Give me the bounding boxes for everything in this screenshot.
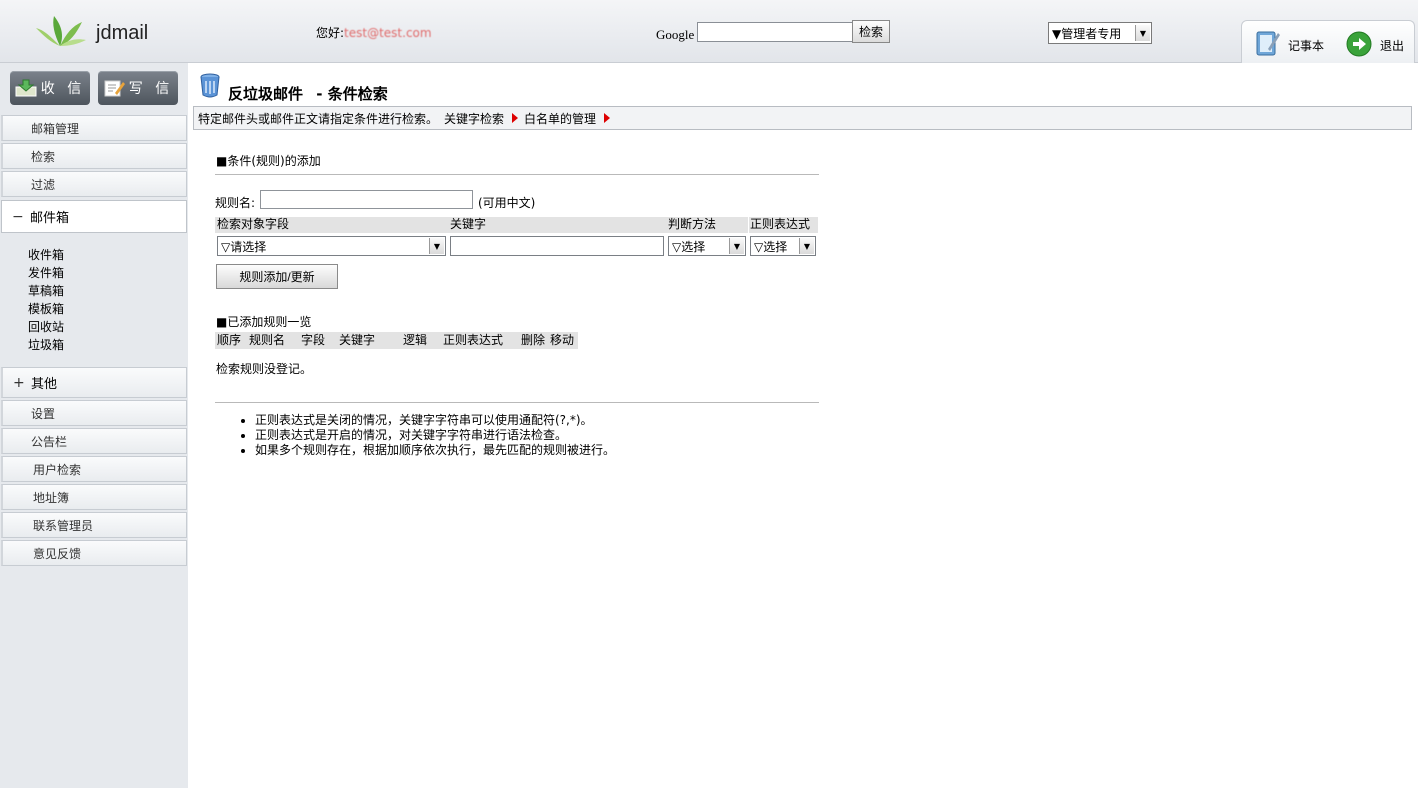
list-col-order: 顺序 [215,332,247,349]
note-item: 如果多个规则存在，根据加顺序依次执行，最先匹配的规则被进行。 [255,443,615,458]
info-text: 特定邮件头或邮件正文请指定条件进行检索。 [198,111,439,126]
sidebar-item-mailbox[interactable]: − 邮件箱 [1,200,187,233]
note-item: 正则表达式是关闭的情况，关键字字符串可以使用通配符(?,*)。 [255,413,615,428]
expand-plus-icon: + [13,374,25,391]
sidebar-item-bulletin[interactable]: 公告栏 [1,428,187,454]
field-select-value: ▽请选择 [221,239,267,254]
top-header: jdmail 您好:test@test.com Google 检索 ▼管理者专用… [0,0,1418,63]
tool-panel: 记事本 退出 [1241,20,1415,63]
write-label: 写 信 [128,81,174,97]
logout-arrow-icon[interactable] [1346,31,1372,57]
sidebar-item-address-book[interactable]: 地址簿 [1,484,187,510]
list-col-logic: 逻辑 [401,332,441,349]
page-title-sub: - 条件检索 [316,85,388,103]
sidebar-item-other[interactable]: + 其他 [1,367,187,398]
col-header-keyword: 关键字 [448,217,667,233]
collapse-minus-icon: − [12,208,24,225]
arrow-right-icon [604,113,611,123]
info-bar: 特定邮件头或邮件正文请指定条件进行检索。 关键字检索 白名单的管理 [193,106,1412,130]
notes-list: 正则表达式是关闭的情况，关键字字符串可以使用通配符(?,*)。 正则表达式是开启… [231,413,615,458]
sidebar-item-mailbox-label: 邮件箱 [30,211,70,226]
sidebar-item-feedback[interactable]: 意见反馈 [1,540,187,566]
regex-select[interactable]: ▽选择 ▼ [750,236,816,256]
mailbox-trash[interactable]: 回收站 [28,318,64,336]
mailbox-inbox[interactable]: 收件箱 [28,246,64,264]
admin-select-value: ▼管理者专用 [1052,26,1122,41]
rule-list-heading: ■已添加规则一览 [216,315,312,329]
search-button[interactable]: 检索 [852,20,890,43]
sidebar-item-mailbox-manage[interactable]: 邮箱管理 [1,115,187,141]
whitelist-link[interactable]: 白名单的管理 [524,110,596,127]
sidebar-item-user-search[interactable]: 用户检索 [1,456,187,482]
col-header-method: 判断方法 [667,217,748,233]
add-update-rule-button[interactable]: 规则添加/更新 [216,264,338,289]
chevron-down-icon: ▼ [1135,25,1150,41]
method-select-value: ▽选择 [672,239,706,254]
list-col-delete: 删除 [519,332,549,349]
mailbox-list: 收件箱 发件箱 草稿箱 模板箱 回收站 垃圾箱 [28,246,64,354]
greeting: 您好:test@test.com [316,24,432,41]
list-col-field: 字段 [299,332,337,349]
page-title: 反垃圾邮件 - 条件检索 [228,83,388,104]
notepad-link[interactable]: 记事本 [1288,37,1324,54]
sidebar-item-filter[interactable]: 过滤 [1,171,187,197]
regex-select-value: ▽选择 [754,239,788,254]
divider [215,174,819,175]
add-rule-heading: ■条件(规则)的添加 [216,154,321,168]
receive-button[interactable]: 收 信 [10,71,90,105]
list-col-rule-name: 规则名 [247,332,299,349]
sidebar-item-contact-admin[interactable]: 联系管理员 [1,512,187,538]
chevron-down-icon: ▼ [799,238,814,254]
inbox-download-icon [15,79,37,97]
list-col-keyword: 关键字 [337,332,401,349]
logout-link[interactable]: 退出 [1380,37,1404,54]
google-search-input[interactable] [697,22,853,42]
main-content: 反垃圾邮件 - 条件检索 特定邮件头或邮件正文请指定条件进行检索。 关键字检索 … [189,63,1418,788]
sidebar-item-search[interactable]: 检索 [1,143,187,169]
rule-name-hint: (可用中文) [478,196,536,210]
write-button[interactable]: 写 信 [98,71,178,105]
mailbox-drafts[interactable]: 草稿箱 [28,282,64,300]
chevron-down-icon: ▼ [429,238,444,254]
user-email: test@test.com [344,26,432,40]
greeting-label: 您好: [316,26,345,40]
keyword-input[interactable] [450,236,664,256]
divider [215,402,819,403]
no-rules-message: 检索规则没登记。 [216,362,313,376]
page-title-main: 反垃圾邮件 [228,85,304,103]
sidebar: 收 信 写 信 邮箱管理 检索 过滤 − 邮件箱 收件箱 发件箱 草稿箱 模板箱… [0,63,188,788]
method-select[interactable]: ▽选择 ▼ [668,236,746,256]
app-name: jdmail [96,22,149,44]
compose-icon [104,80,125,97]
admin-select[interactable]: ▼管理者专用 ▼ [1048,22,1152,44]
arrow-right-icon [512,113,519,123]
trash-bin-icon [200,73,220,98]
mailbox-sent[interactable]: 发件箱 [28,264,64,282]
field-select[interactable]: ▽请选择 ▼ [217,236,446,256]
note-item: 正则表达式是开启的情况，对关键字字符串进行语法检查。 [255,428,615,443]
keyword-search-link[interactable]: 关键字检索 [444,110,504,127]
chevron-down-icon: ▼ [729,238,744,254]
sidebar-item-settings[interactable]: 设置 [1,400,187,426]
leaf-logo-icon [36,16,86,46]
list-col-move: 移动 [549,332,578,349]
google-label: Google [656,27,695,42]
receive-label: 收 信 [40,81,86,97]
mailbox-spam[interactable]: 垃圾箱 [28,336,64,354]
mailbox-templates[interactable]: 模板箱 [28,300,64,318]
sidebar-item-other-label: 其他 [31,377,58,392]
notepad-icon[interactable] [1254,29,1280,57]
rule-name-label: 规则名: [215,196,256,210]
col-header-regex: 正则表达式 [749,217,818,233]
rule-name-input[interactable] [260,190,473,209]
list-col-regex: 正则表达式 [441,332,519,349]
col-header-field: 检索对象字段 [215,217,450,233]
